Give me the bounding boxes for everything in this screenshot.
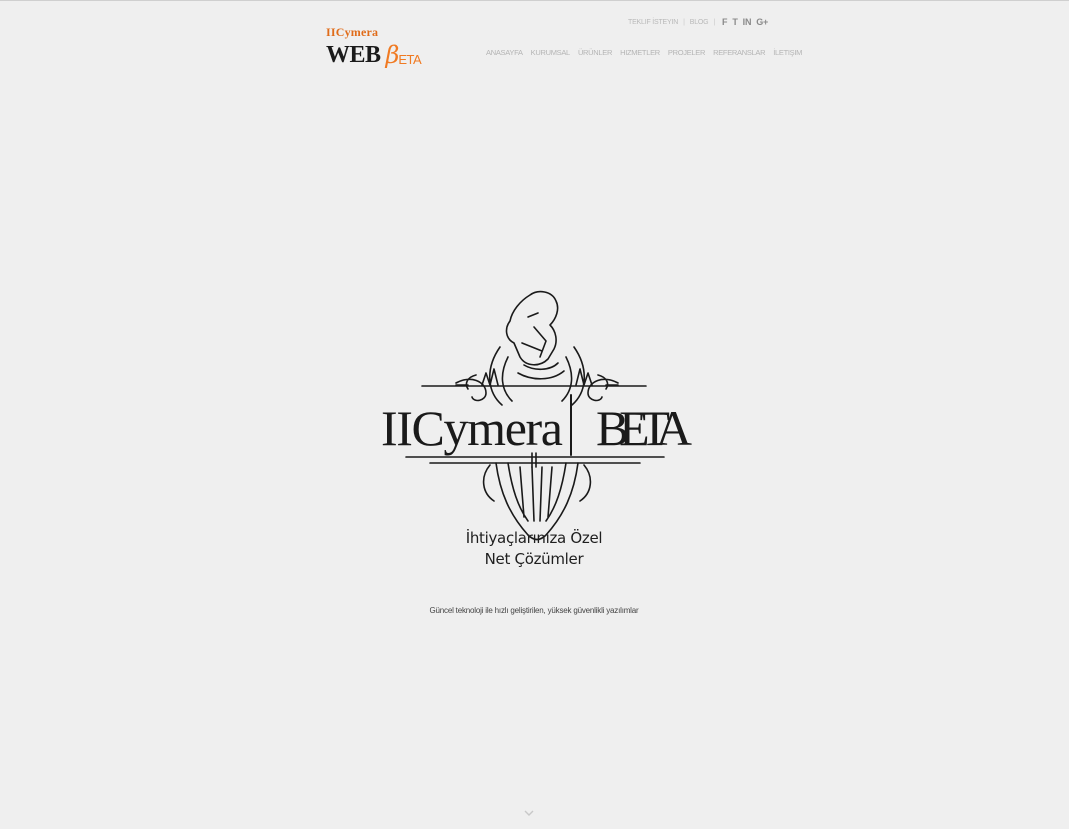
logo-web-text: WEB	[326, 42, 381, 68]
nav-item-corporate[interactable]: Kurumsal	[531, 48, 571, 57]
emblem-right-flourish	[587, 374, 619, 402]
logo-beta-symbol: β	[385, 41, 400, 69]
site-logo[interactable]: IICymera WEB β ETA	[326, 25, 422, 69]
main-nav: Anasayfa Kurumsal Ürünler Hizmetler Proj…	[486, 48, 802, 57]
nav-item-references[interactable]: Referanslar	[713, 48, 765, 57]
emblem-head-detail	[521, 312, 547, 358]
hero-title: İhtiyaçlarınıza Özel Net Çözümler	[434, 528, 634, 570]
hero-title-line2: Net Çözümler	[484, 550, 584, 568]
nav-item-home[interactable]: Anasayfa	[486, 48, 523, 57]
nav-item-products[interactable]: Ürünler	[578, 48, 612, 57]
emblem-left-flourish	[455, 374, 487, 402]
logo-wordmark: WEB β ETA	[326, 41, 422, 69]
scroll-down-chevron-icon[interactable]	[523, 808, 535, 818]
nav-item-services[interactable]: Hizmetler	[620, 48, 660, 57]
emblem-right-word: BETA	[596, 400, 692, 456]
hero-title-line1: İhtiyaçlarınıza Özel	[465, 529, 603, 547]
emblem-left-horn	[489, 346, 513, 406]
nav-item-projects[interactable]: Projeler	[668, 48, 706, 57]
social-links: f t in g+	[722, 17, 768, 27]
facebook-icon[interactable]: f	[722, 17, 728, 27]
emblem-right-horn	[561, 346, 585, 406]
twitter-icon[interactable]: t	[732, 17, 738, 27]
logo-beta-text: ETA	[398, 52, 422, 67]
divider: |	[683, 18, 685, 26]
google-plus-icon[interactable]: g+	[756, 17, 768, 27]
hero-subtitle: Güncel teknoloji ile hızlı geliştirilen,…	[429, 606, 639, 615]
utility-bar: Teklif İsteyin | Blog | f t in g+	[628, 17, 768, 27]
nav-item-contact[interactable]: İletişim	[773, 48, 802, 57]
emblem-head-collar	[517, 362, 565, 380]
emblem-head-outline	[505, 290, 559, 366]
logo-top-name: IICymera	[326, 25, 379, 39]
quote-request-link[interactable]: Teklif İsteyin	[628, 19, 678, 26]
divider: |	[713, 18, 716, 26]
emblem-left-word: IICymera	[381, 400, 563, 456]
linkedin-icon[interactable]: in	[743, 17, 752, 27]
blog-link[interactable]: Blog	[690, 19, 709, 26]
